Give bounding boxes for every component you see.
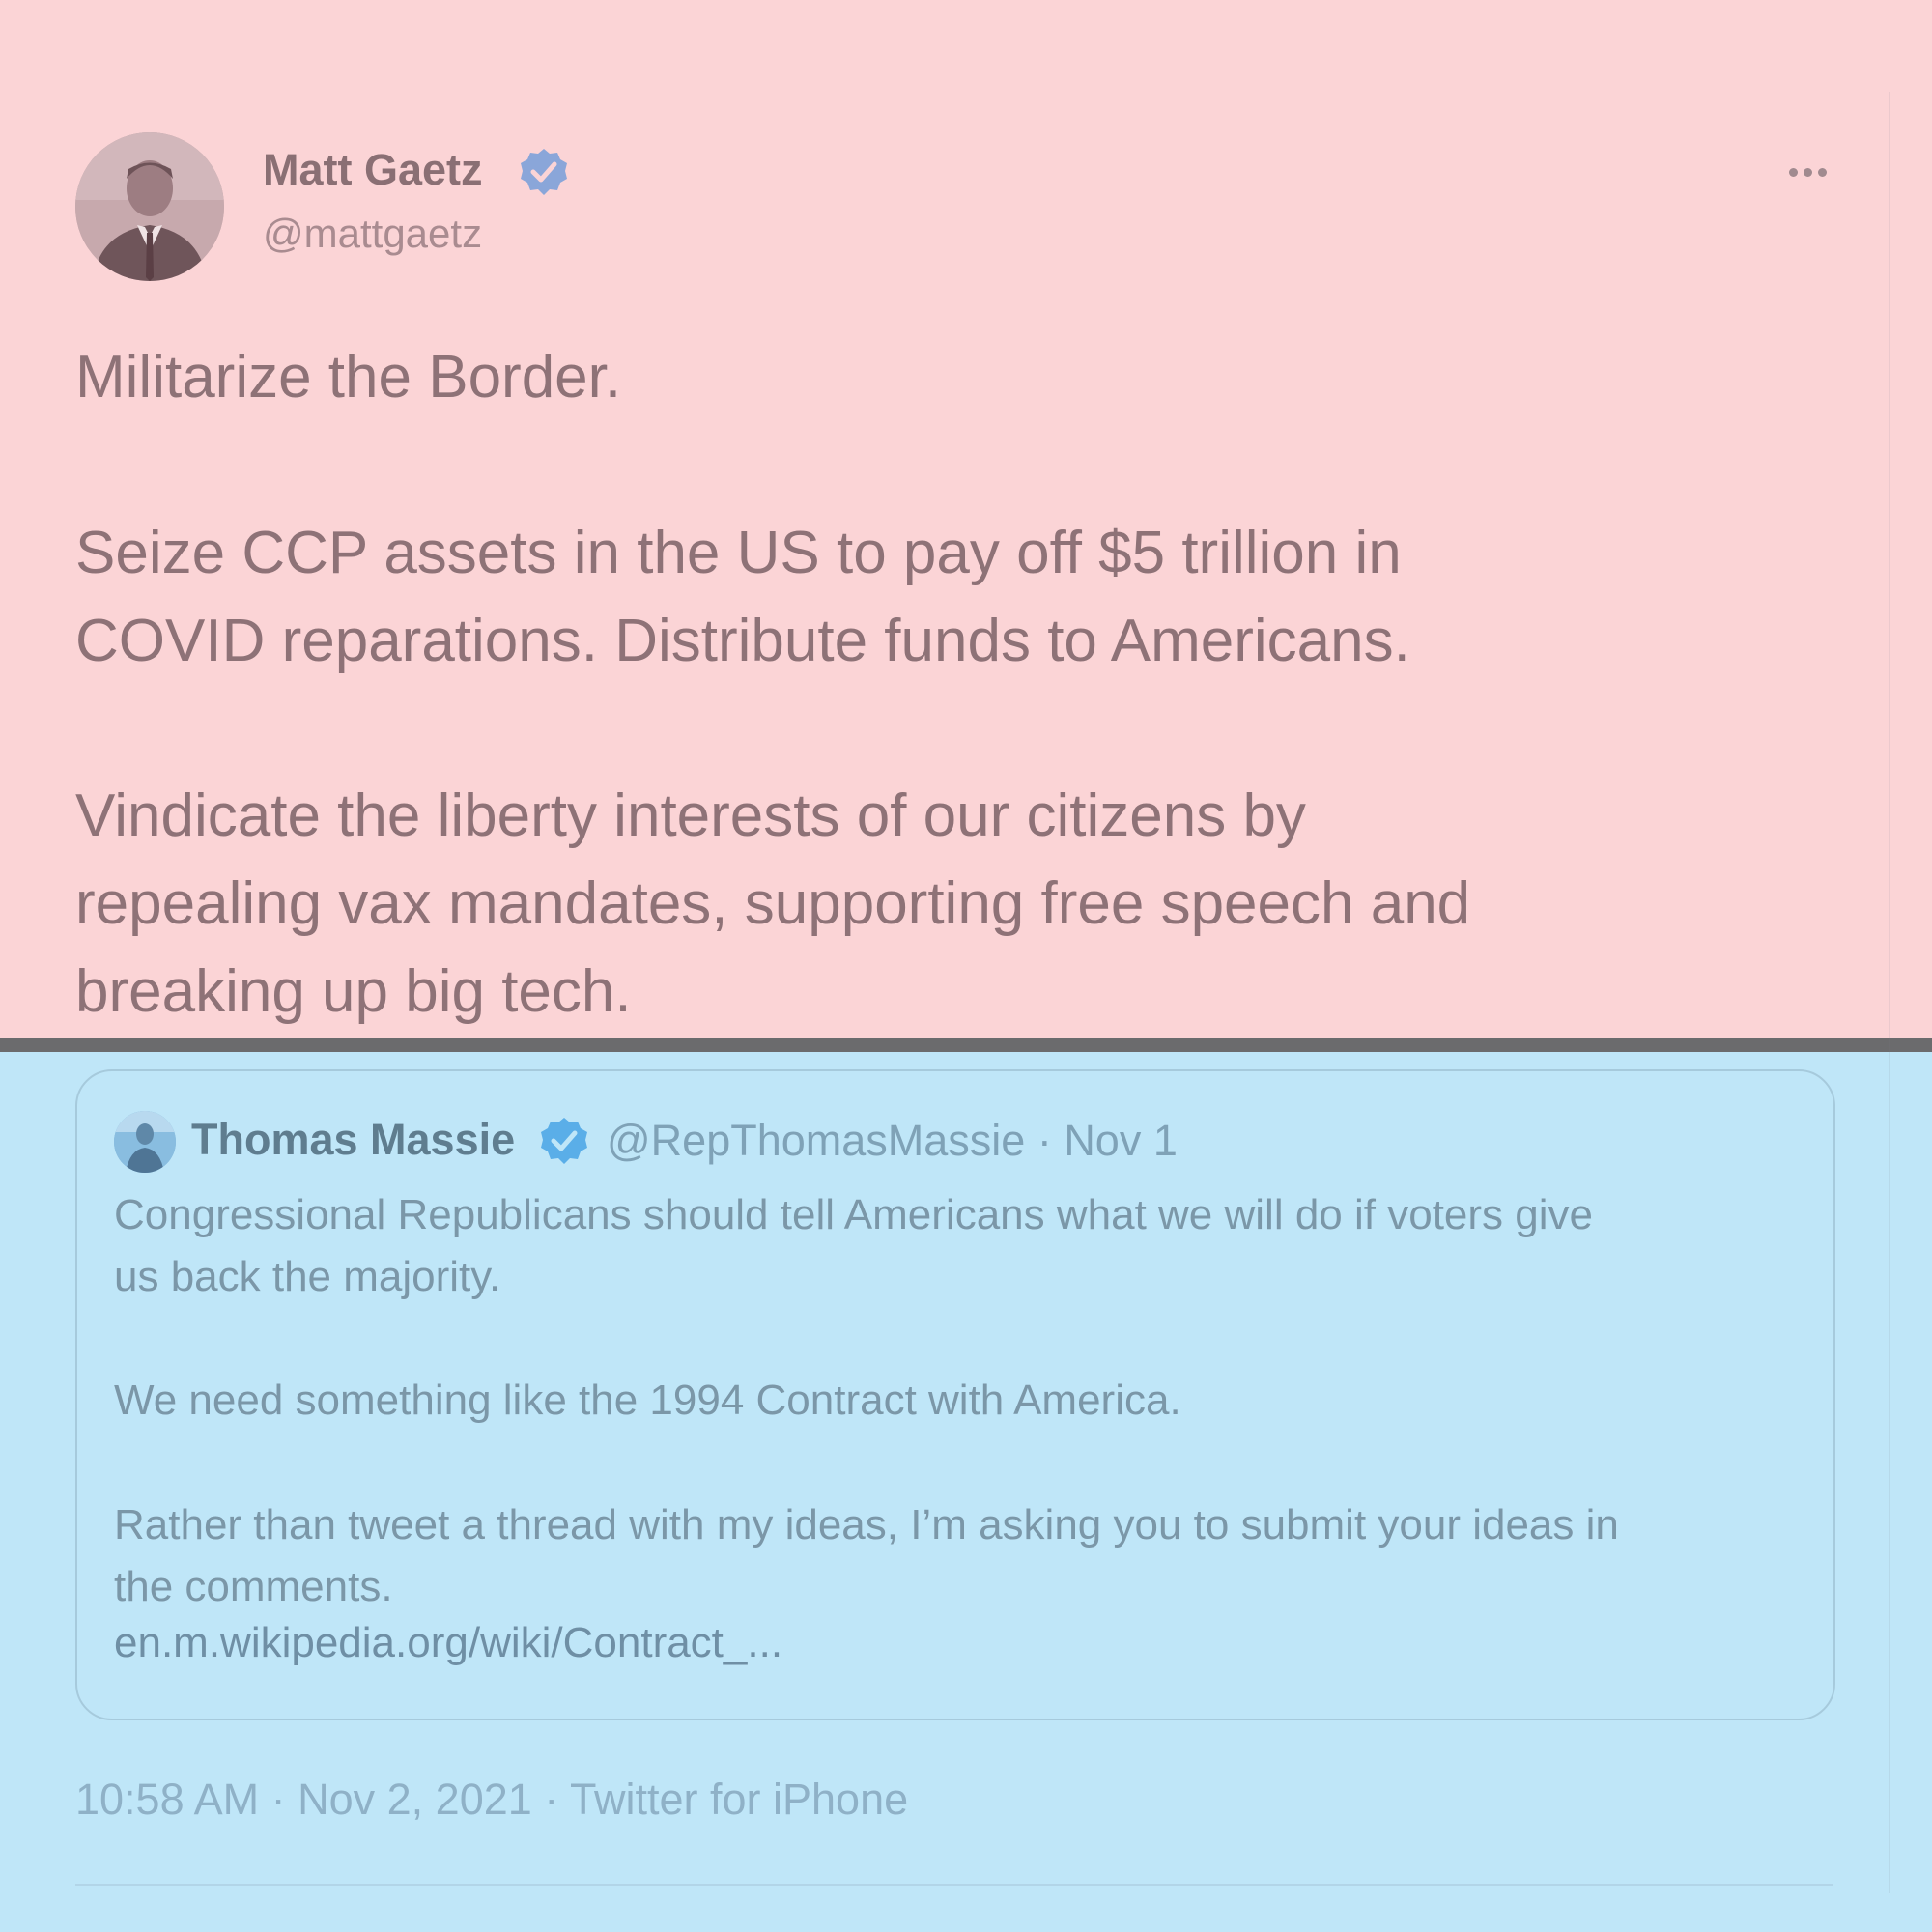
quoted-handle-date[interactable]: @RepThomasMassie · Nov 1 [607, 1116, 1178, 1166]
more-options-icon [1817, 167, 1827, 177]
portrait-avatar-icon [75, 132, 224, 281]
bottom-border-line [75, 1884, 1833, 1886]
more-options-icon [1788, 167, 1798, 177]
tweet-timestamp[interactable]: 10:58 AM · Nov 2, 2021 · Twitter for iPh… [75, 1775, 908, 1825]
verified-badge-icon [541, 1118, 587, 1164]
tweet-paragraph: Seize CCP assets in the US to pay off $5… [75, 509, 1853, 685]
tweet-line: COVID reparations. Distribute funds to A… [75, 608, 1410, 674]
quoted-tweet-paragraph: Rather than tweet a thread with my ideas… [114, 1494, 1814, 1618]
more-options-icon [1803, 167, 1812, 177]
right-border-line [1889, 92, 1890, 1893]
tweet-line: Militarize the Border. [75, 344, 622, 411]
quoted-tweet-link[interactable]: en.m.wikipedia.org/wiki/Contract_... [114, 1619, 782, 1667]
quoted-tweet-line: the comments. [114, 1563, 393, 1610]
region-divider [0, 1038, 1932, 1052]
quoted-tweet-line: us back the majority. [114, 1253, 501, 1300]
author-handle[interactable]: @mattgaetz [263, 211, 482, 257]
quoted-tweet-paragraph: Congressional Republicans should tell Am… [114, 1184, 1814, 1308]
quoted-author-avatar[interactable] [114, 1111, 176, 1173]
quoted-tweet-line: Congressional Republicans should tell Am… [114, 1191, 1593, 1238]
more-options-button[interactable] [1780, 145, 1834, 199]
tweet-paragraph: Vindicate the liberty interests of our c… [75, 772, 1853, 1036]
portrait-avatar-icon [114, 1111, 176, 1173]
quoted-author-name[interactable]: Thomas Massie [191, 1115, 515, 1165]
tweet-paragraph: Militarize the Border. [75, 333, 1853, 421]
quoted-tweet-line: We need something like the 1994 Contract… [114, 1377, 1181, 1424]
quoted-tweet-line: Rather than tweet a thread with my ideas… [114, 1501, 1619, 1548]
author-name[interactable]: Matt Gaetz [263, 145, 483, 195]
author-avatar[interactable] [75, 132, 224, 281]
quoted-tweet-paragraph: We need something like the 1994 Contract… [114, 1370, 1814, 1432]
tweet-line: Vindicate the liberty interests of our c… [75, 782, 1306, 849]
verified-badge-icon [521, 149, 567, 195]
tweet-line: Seize CCP assets in the US to pay off $5… [75, 520, 1402, 586]
tweet-line: breaking up big tech. [75, 958, 632, 1025]
tweet-line: repealing vax mandates, supporting free … [75, 870, 1471, 937]
